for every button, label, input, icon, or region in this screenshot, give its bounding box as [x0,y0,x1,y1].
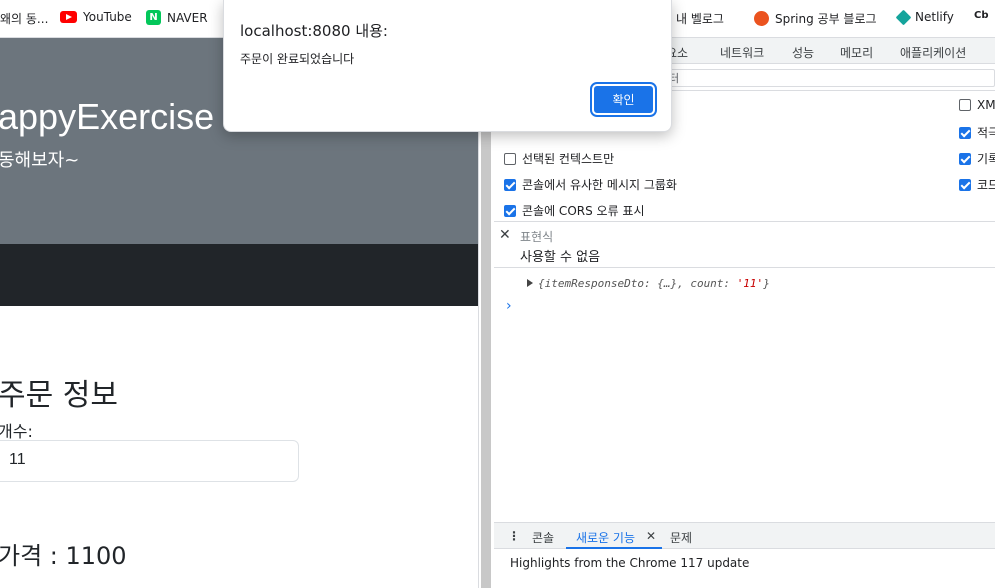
quantity-input[interactable]: 11 [0,440,299,482]
console-prompt-icon[interactable]: › [506,298,512,314]
expression-value: 사용할 수 없음 [520,250,601,265]
console-filter-input[interactable]: 터 [664,69,995,87]
navbar [0,244,478,306]
setting-label: 선택된 컨텍스트만 [522,152,615,166]
bookmark-item-spring-blog[interactable]: Spring 공부 블로그 [754,10,877,27]
tab-memory[interactable]: 메모리 [840,44,873,61]
log-object: {itemResponseDto: {…}, count: [538,277,737,290]
log-string: '11' [736,277,764,290]
setting-selected-context-only[interactable]: 선택된 컨텍스트만 [504,150,614,167]
tab-network[interactable]: 네트워크 [720,44,764,61]
checkbox[interactable] [504,152,516,165]
drawer-tab-whats-new[interactable]: 새로운 기능 [576,529,635,546]
console-log: {itemResponseDto: {…}, count: '11'} › [494,268,995,522]
setting-label: XM [977,98,995,112]
checkbox[interactable] [504,204,516,217]
netlify-icon [895,9,912,25]
tab-application[interactable]: 애플리케이션 [900,44,966,61]
checkbox[interactable] [959,126,971,139]
dialog-title: localhost:8080 내용: [240,22,388,40]
bookmark-item-netlify[interactable]: Netlify [895,9,954,25]
tab-performance[interactable]: 성능 [792,44,814,61]
ok-button[interactable]: 확인 [590,82,657,117]
close-icon[interactable]: ✕ [646,529,656,543]
bookmark-label: Netlify [915,10,954,24]
drawer-tab-bar: ⋮ 콘솔 새로운 기능 ✕ 문제 [494,522,995,549]
expression-label: 표현식 [520,230,554,244]
tistory-icon [754,11,769,26]
bookmark-item-folder[interactable]: 왜의 동... [0,10,48,27]
youtube-icon [60,11,77,23]
price-text: 가격 : 1100 [0,542,127,570]
quantity-label: 개수: [0,422,33,441]
setting-label: 적극 [977,126,995,140]
console-log-entry[interactable]: {itemResponseDto: {…}, count: '11'} [538,277,770,290]
setting-right-code[interactable]: 코드 [959,176,995,193]
whats-new-message: Highlights from the Chrome 117 update [510,556,750,570]
active-tab-indicator [566,547,662,549]
checkbox[interactable] [504,178,516,191]
bookmark-item-velog[interactable]: 내 벨로그 [666,10,724,27]
bookmark-item-naver[interactable]: N NAVER [146,10,208,25]
checkbox[interactable] [959,178,971,191]
setting-label: 코드 [977,178,995,192]
setting-right-history[interactable]: 기록 [959,150,995,167]
more-icon[interactable]: ⋮ [508,529,520,543]
naver-icon: N [146,10,161,25]
drawer-tab-issues[interactable]: 문제 [670,529,692,546]
bookmark-label: 내 벨로그 [676,12,724,26]
dialog-message: 주문이 완료되었습니다 [240,52,355,66]
checkbox[interactable] [959,152,971,165]
bookmark-item-cb[interactable]: Cb [974,10,989,21]
log-close: } [763,277,770,290]
checkbox[interactable] [959,99,971,111]
setting-label: 콘솔에 CORS 오류 표시 [522,204,645,218]
cb-icon: Cb [974,10,989,21]
live-expression: ✕ 표현식 사용할 수 없음 [494,222,995,268]
bookmark-label: NAVER [167,10,208,25]
setting-group-similar[interactable]: 콘솔에서 유사한 메시지 그룹화 [504,176,677,193]
drawer-tab-console[interactable]: 콘솔 [532,529,554,546]
bookmark-label: Spring 공부 블로그 [775,12,877,26]
setting-label: 콘솔에서 유사한 메시지 그룹화 [522,178,677,192]
bookmark-label: 왜의 동... [0,12,49,26]
expand-triangle-icon[interactable] [527,279,533,287]
bookmark-item-youtube[interactable]: YouTube [60,10,132,24]
setting-right-eager[interactable]: 적극 [959,124,995,141]
setting-show-cors-errors[interactable]: 콘솔에 CORS 오류 표시 [504,202,645,219]
order-info-title: 주문 정보 [0,378,118,413]
setting-right-xhr[interactable]: XM [959,98,995,112]
alert-dialog: localhost:8080 내용: 주문이 완료되었습니다 확인 [223,0,672,132]
close-icon[interactable]: ✕ [499,227,511,243]
whats-new-panel: Highlights from the Chrome 117 update [494,550,995,588]
setting-label: 기록 [977,152,995,166]
bookmark-label: YouTube [83,10,132,24]
hero-subtitle: 동해보자~ [0,150,80,171]
hero-title: appyExercise [0,96,215,137]
